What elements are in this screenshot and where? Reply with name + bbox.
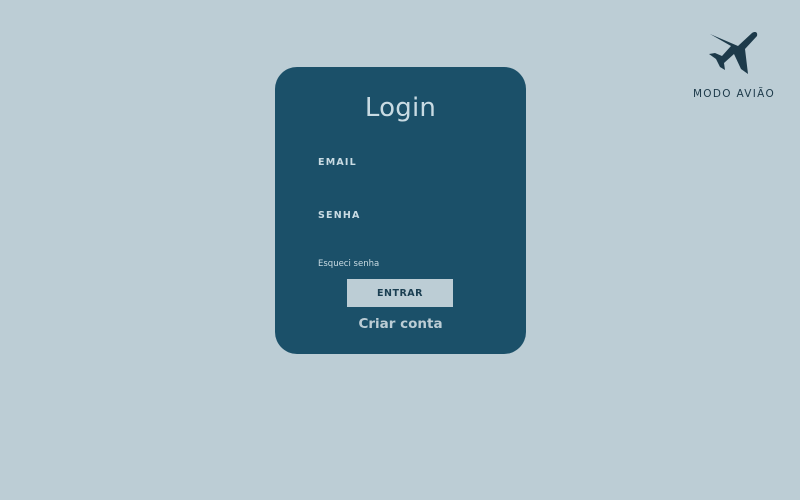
email-label: EMAIL — [318, 157, 357, 168]
email-field[interactable] — [318, 170, 483, 192]
create-account-link[interactable]: Criar conta — [275, 316, 526, 332]
password-label: SENHA — [318, 210, 361, 221]
login-card: Login EMAIL SENHA Esqueci senha ENTRAR C… — [275, 67, 526, 354]
login-title: Login — [364, 93, 437, 123]
enter-button[interactable]: ENTRAR — [347, 279, 453, 307]
brand: MODO AVIÃO — [688, 30, 780, 105]
forgot-password-link[interactable]: Esqueci senha — [318, 259, 379, 269]
password-field[interactable] — [318, 223, 483, 245]
brand-name: MODO AVIÃO — [692, 88, 776, 100]
login-page: MODO AVIÃO Login EMAIL SENHA Esqueci sen… — [0, 0, 800, 500]
airplane-icon — [709, 32, 758, 74]
